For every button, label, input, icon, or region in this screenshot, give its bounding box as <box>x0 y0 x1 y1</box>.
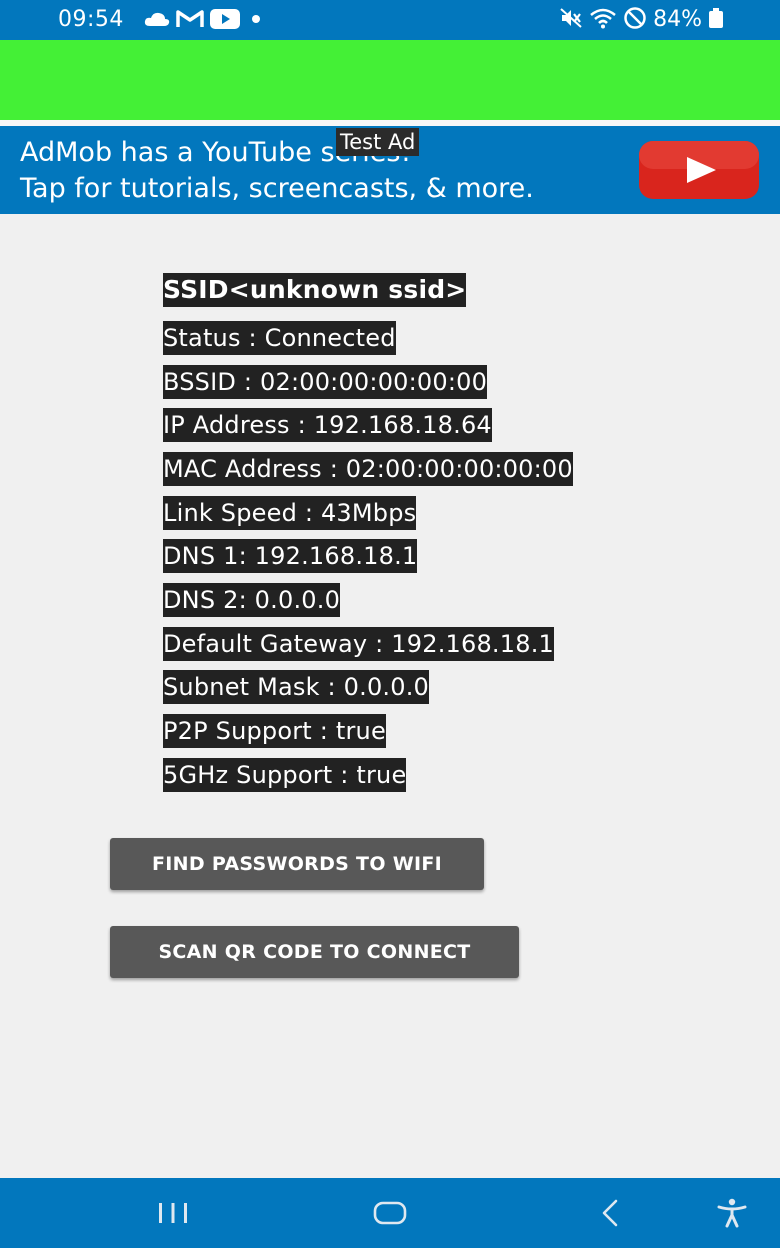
battery-percent: 84% <box>653 7 702 32</box>
ad-subline: Tap for tutorials, screencasts, & more. <box>20 173 534 204</box>
p2p-support-label: P2P Support : true <box>163 714 386 748</box>
youtube-logo-icon[interactable] <box>638 140 760 200</box>
navigation-bar <box>0 1178 780 1248</box>
wifi-icon <box>589 7 617 33</box>
recents-icon[interactable] <box>133 1178 213 1248</box>
find-passwords-button[interactable]: FIND PASSWORDS TO WIFI <box>110 838 484 890</box>
notification-icons <box>144 9 266 33</box>
mute-icon <box>559 7 583 33</box>
system-icons: 84% <box>559 6 724 34</box>
dot-icon <box>246 9 266 33</box>
subnet-mask-label: Subnet Mask : 0.0.0.0 <box>163 670 430 704</box>
test-ad-badge: Test Ad <box>336 128 420 156</box>
cloud-icon <box>144 11 170 31</box>
back-icon[interactable] <box>570 1178 650 1248</box>
status-bar: 09:54 84% <box>0 0 780 40</box>
dnd-icon <box>623 6 647 34</box>
status-time: 09:54 <box>58 7 124 32</box>
ip-address-label: IP Address : 192.168.18.64 <box>163 408 492 442</box>
status-label: Status : Connected <box>163 321 396 355</box>
dns1-label: DNS 1: 192.168.18.1 <box>163 539 418 573</box>
5ghz-support-label: 5GHz Support : true <box>163 758 407 792</box>
home-icon[interactable] <box>350 1178 430 1248</box>
bssid-label: BSSID : 02:00:00:00:00:00 <box>163 365 488 399</box>
link-speed-label: Link Speed : 43Mbps <box>163 496 417 530</box>
green-banner <box>0 40 780 120</box>
youtube-icon <box>210 9 240 33</box>
dns2-label: DNS 2: 0.0.0.0 <box>163 583 341 617</box>
gateway-label: Default Gateway : 192.168.18.1 <box>163 627 554 661</box>
ssid-label: SSID<unknown ssid> <box>163 273 467 307</box>
accessibility-icon[interactable] <box>692 1178 772 1248</box>
battery-icon <box>708 7 724 33</box>
gmail-icon <box>176 10 204 32</box>
mac-address-label: MAC Address : 02:00:00:00:00:00 <box>163 452 573 486</box>
scan-qr-button[interactable]: SCAN QR CODE TO CONNECT <box>110 926 519 978</box>
